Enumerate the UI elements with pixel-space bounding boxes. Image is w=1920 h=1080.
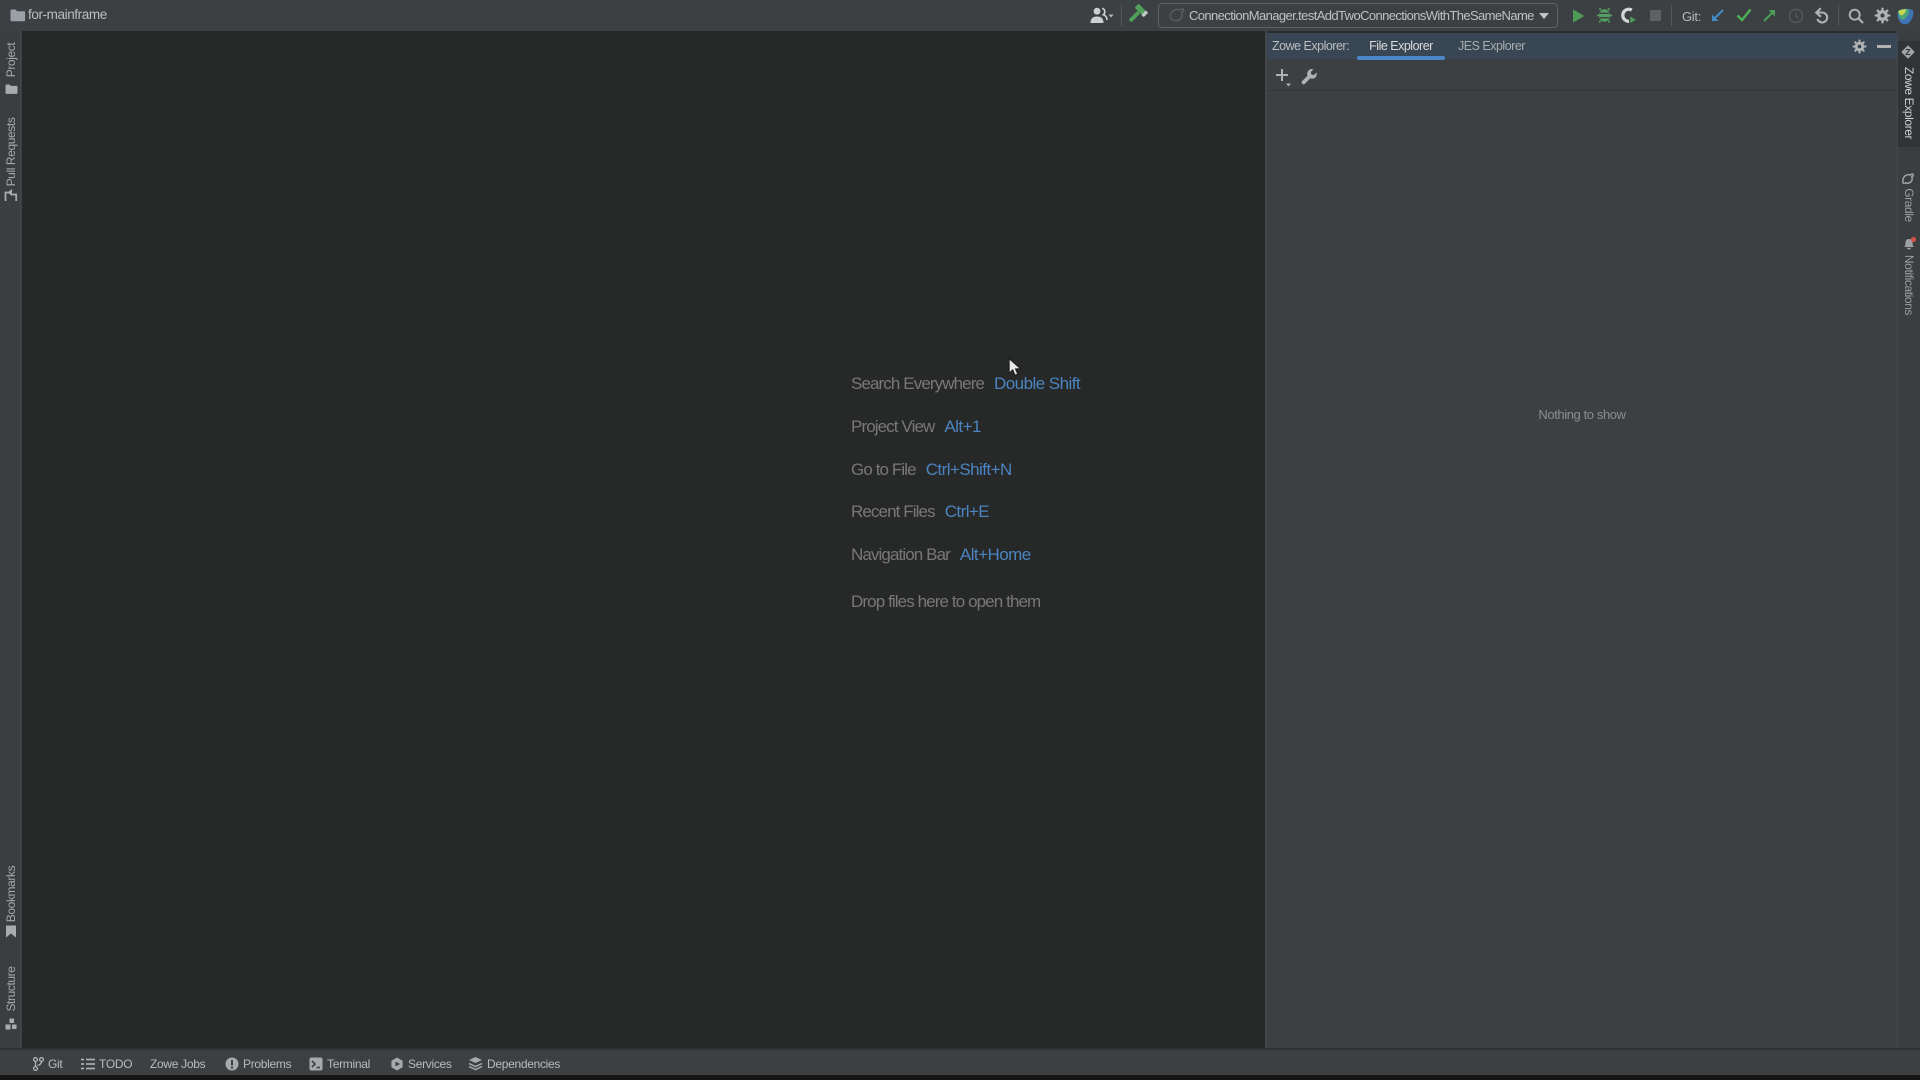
svg-text:Z: Z: [1905, 47, 1910, 57]
